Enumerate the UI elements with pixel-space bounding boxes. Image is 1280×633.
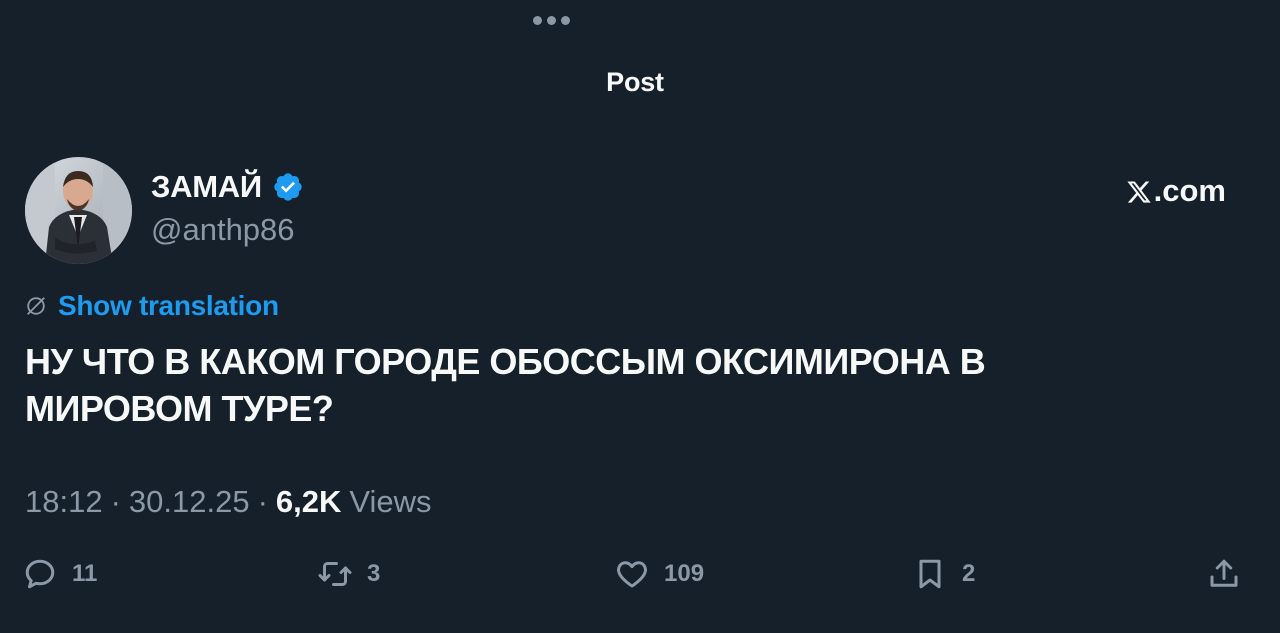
show-translation-label: Show translation	[58, 290, 279, 321]
brand-watermark: .com	[1126, 173, 1226, 209]
avatar-image	[25, 157, 132, 264]
like-button[interactable]: 109	[614, 556, 704, 592]
reply-button[interactable]: 11	[22, 556, 97, 592]
author-handle[interactable]: @anthp86	[151, 212, 295, 248]
verified-badge-icon	[274, 173, 302, 201]
more-options-icon[interactable]	[533, 14, 573, 26]
dot	[561, 15, 570, 25]
repost-icon	[318, 562, 352, 586]
heart-icon	[617, 561, 647, 588]
dot	[547, 15, 556, 25]
post-time[interactable]: 18:12	[25, 484, 103, 520]
meta-separator: ·	[257, 484, 268, 519]
meta-separator: ·	[110, 484, 121, 519]
post-date[interactable]: 30.12.25	[129, 484, 250, 520]
x-logo-icon	[1126, 181, 1151, 203]
repost-count: 3	[367, 560, 381, 587]
post-text: НУ ЧТО В КАКОМ ГОРОДЕ ОБОССЫМ ОКСИМИРОНА…	[25, 341, 986, 429]
share-icon	[1210, 559, 1238, 587]
bookmark-count: 2	[962, 560, 976, 587]
globe-icon	[27, 297, 45, 315]
author-name-row[interactable]: ЗАМАЙ	[151, 169, 304, 205]
views-count: 6,2K	[275, 484, 342, 519]
bookmark-button[interactable]: 2	[912, 556, 975, 592]
repost-button[interactable]: 3	[317, 556, 380, 592]
views-label: Views	[349, 484, 432, 519]
share-button[interactable]	[1206, 556, 1242, 592]
reply-icon	[25, 559, 55, 589]
reply-count: 11	[72, 560, 98, 587]
page-title: Post	[606, 67, 664, 97]
author-display-name: ЗАМАЙ	[151, 169, 262, 204]
like-count: 109	[664, 560, 705, 587]
post-meta: 18:12 · 30.12.25 · 6,2K Views	[25, 484, 432, 520]
avatar[interactable]	[25, 157, 132, 264]
dot	[533, 15, 542, 25]
brand-suffix: .com	[1153, 173, 1226, 208]
show-translation-button[interactable]: Show translation	[25, 290, 279, 322]
bookmark-icon	[919, 559, 941, 589]
